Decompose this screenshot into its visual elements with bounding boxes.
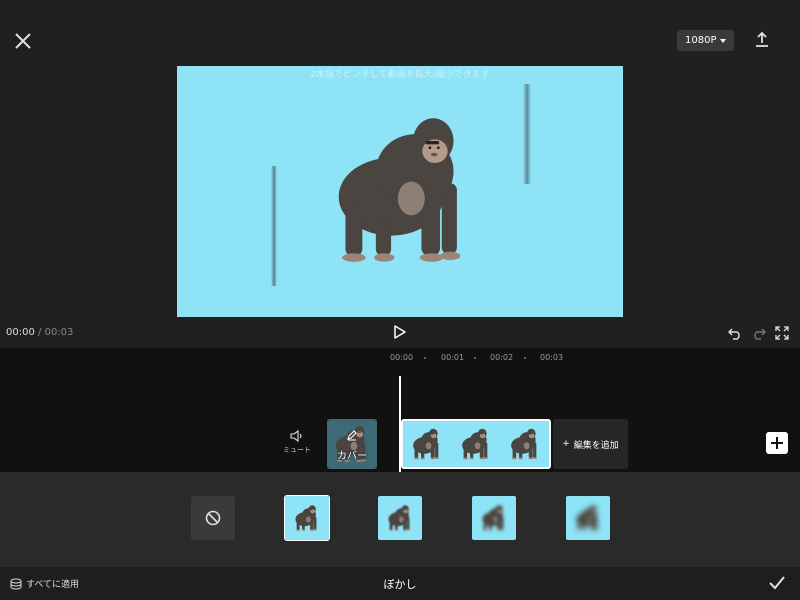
timeline[interactable]: 00:00 00:01 00:02 00:03 ミュート カバー + 編集を追加 — [0, 348, 800, 472]
add-edit-button[interactable]: + 編集を追加 — [553, 419, 628, 469]
video-preview[interactable]: 2本指でピンチして動画を拡大/縮小できます — [177, 66, 623, 317]
ruler-tick: 00:03 — [540, 353, 564, 362]
add-edit-label: 編集を追加 — [573, 440, 619, 451]
blur-preview-thumb — [388, 505, 411, 531]
add-clip-button[interactable] — [766, 432, 788, 454]
blur-options-panel — [0, 472, 800, 566]
pinch-hint: 2本指でピンチして動画を拡大/縮小できます — [310, 70, 490, 80]
plus-icon: + — [562, 439, 570, 449]
redo-icon[interactable] — [752, 326, 766, 340]
clip-frame — [452, 421, 501, 467]
gorilla-image — [338, 118, 461, 262]
panel-title: ぼかし — [383, 578, 417, 591]
blur-option-1[interactable] — [284, 495, 330, 541]
ruler-tick: 00:00 — [390, 353, 414, 362]
play-icon[interactable] — [393, 324, 407, 340]
current-time: 00:00 — [6, 327, 35, 338]
clip-thumbnail — [510, 428, 537, 460]
clip-frame — [403, 421, 452, 467]
blur-edge-left — [271, 166, 277, 286]
cover-button[interactable]: カバー — [327, 419, 377, 469]
time-separator: / — [38, 327, 42, 338]
resolution-label: 1080P — [685, 35, 717, 46]
clip-thumbnail — [413, 428, 440, 460]
editor-top-area: 1080P 2本指でピンチして動画を拡大/縮小できます 00:00 / 00:0… — [0, 0, 800, 348]
undo-icon[interactable] — [728, 326, 742, 340]
blur-option-none[interactable] — [191, 496, 235, 540]
edit-pencil-icon — [347, 430, 357, 441]
clip-frame — [500, 421, 549, 467]
no-effect-icon — [205, 510, 221, 526]
clip-thumbnail — [462, 428, 489, 460]
blur-option-4[interactable] — [566, 496, 610, 540]
blur-edge-right — [523, 84, 531, 184]
resolution-dropdown[interactable]: 1080P — [677, 30, 735, 51]
fullscreen-icon[interactable] — [775, 326, 789, 340]
time-display: 00:00 / 00:03 — [6, 327, 73, 338]
total-time: 00:03 — [44, 327, 74, 338]
playhead[interactable] — [399, 376, 401, 472]
ruler-dot — [474, 357, 476, 359]
blur-preview-thumb — [482, 505, 505, 531]
ruler-dot — [424, 357, 426, 359]
blur-option-2[interactable] — [378, 496, 422, 540]
blur-preview-thumb — [295, 505, 318, 531]
mute-button[interactable]: ミュート — [281, 430, 313, 455]
mute-label: ミュート — [283, 446, 311, 454]
ruler-tick: 00:01 — [441, 353, 465, 362]
ruler-tick: 00:02 — [490, 353, 514, 362]
video-clip[interactable] — [401, 419, 551, 469]
blur-option-3[interactable] — [472, 496, 516, 540]
export-icon[interactable] — [752, 30, 772, 50]
bottom-bar: すべてに適用 ぼかし — [0, 566, 800, 600]
ruler-dot — [524, 357, 526, 359]
speaker-icon — [290, 430, 302, 442]
chevron-down-icon — [720, 38, 727, 43]
cover-label: カバー — [337, 451, 367, 462]
blur-preview-thumb — [576, 505, 599, 531]
close-icon[interactable] — [12, 30, 34, 52]
checkmark-icon[interactable] — [768, 575, 786, 591]
